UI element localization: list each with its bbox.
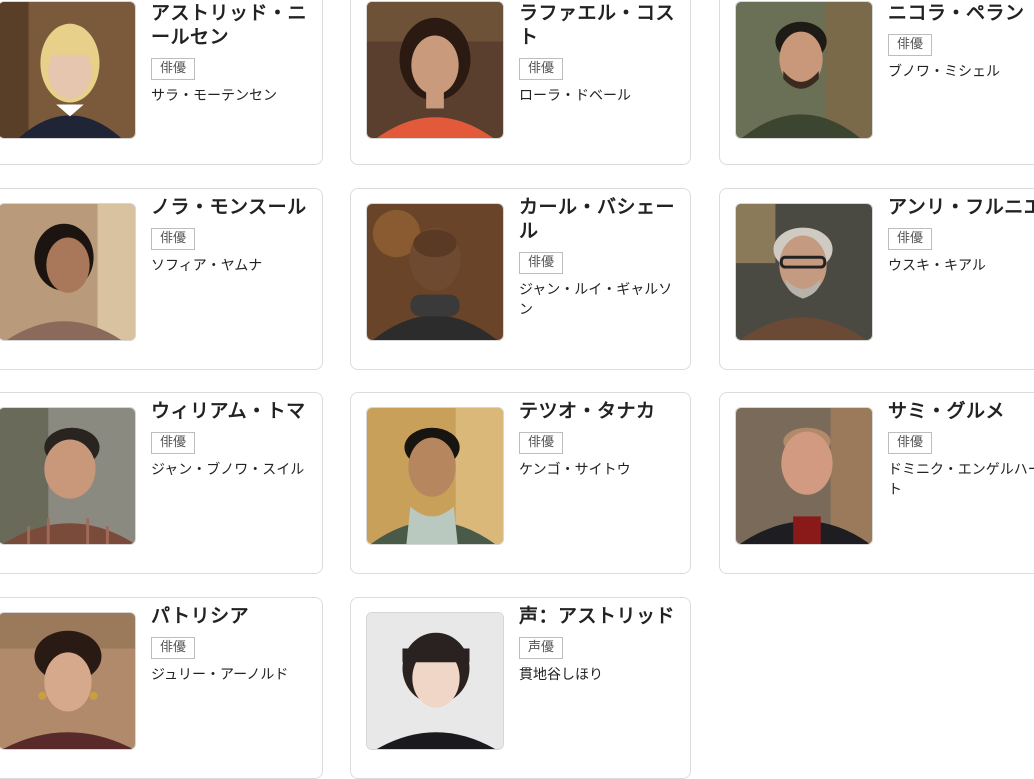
cast-card[interactable]: パトリシア 俳優 ジュリー・アーノルド (0, 597, 323, 779)
role-badge: 俳優 (151, 432, 196, 454)
character-name: アストリッド・ニールセン (151, 2, 308, 48)
character-name: ラファエル・コスト (519, 2, 676, 48)
cast-photo (735, 407, 873, 545)
role-badge: 俳優 (151, 228, 196, 250)
cast-card[interactable]: ノラ・モンスール 俳優 ソフィア・ヤムナ (0, 188, 323, 370)
character-name: パトリシア (151, 605, 250, 627)
cast-photo (0, 407, 136, 545)
actor-name: ジャン・ルイ・ギャルソン (519, 282, 673, 318)
actor-name: ウスキ・キアル (888, 258, 986, 274)
cast-photo (366, 203, 504, 341)
character-name: カール・バシェール (519, 196, 676, 242)
cast-card[interactable]: ラファエル・コスト 俳優 ローラ・ドベール (350, 0, 691, 165)
cast-card[interactable]: ニコラ・ペラン 俳優 ブノワ・ミシェル (719, 0, 1034, 165)
cast-card[interactable]: アストリッド・ニールセン 俳優 サラ・モーテンセン (0, 0, 323, 165)
actor-name: ローラ・ドベール (519, 88, 631, 104)
actor-name: サラ・モーテンセン (151, 88, 277, 104)
role-badge: 俳優 (519, 58, 564, 80)
cast-photo (735, 203, 873, 341)
cast-photo (366, 1, 504, 139)
role-badge: 声優 (519, 637, 564, 659)
actor-name: ジュリー・アーノルド (151, 667, 289, 683)
cast-card[interactable]: 声：アストリッド 声優 貫地谷しほり (350, 597, 691, 779)
character-name: サミ・グルメ (888, 400, 1006, 422)
cast-card[interactable]: カール・バシェール 俳優 ジャン・ルイ・ギャルソン (350, 188, 691, 370)
role-badge: 俳優 (151, 58, 196, 80)
role-badge: 俳優 (888, 34, 933, 56)
character-name: ノラ・モンスール (151, 196, 307, 218)
role-badge: 俳優 (519, 252, 564, 274)
actor-name: ジャン・ブノワ・スイル (151, 462, 305, 478)
cast-card[interactable]: ウィリアム・トマ 俳優 ジャン・ブノワ・スイル (0, 392, 323, 574)
cast-photo (366, 407, 504, 545)
cast-photo (366, 612, 504, 750)
cast-card[interactable]: アンリ・フルニエ 俳優 ウスキ・キアル (719, 188, 1034, 370)
cast-photo (0, 203, 136, 341)
character-name: ニコラ・ペラン (888, 2, 1025, 24)
cast-photo (0, 1, 136, 139)
character-name: アンリ・フルニエ (888, 196, 1034, 218)
role-badge: 俳優 (888, 228, 933, 250)
character-name: ウィリアム・トマ (151, 400, 306, 422)
cast-photo (735, 1, 873, 139)
actor-name: ブノワ・ミシェル (888, 64, 1000, 80)
actor-name: 貫地谷しほり (519, 667, 603, 683)
role-badge: 俳優 (151, 637, 196, 659)
character-name: 声：アストリッド (519, 605, 676, 627)
role-badge: 俳優 (888, 432, 933, 454)
actor-name: ケンゴ・サイトウ (519, 462, 631, 478)
actor-name: ドミニク・エンゲルハート (888, 462, 1034, 498)
role-badge: 俳優 (519, 432, 564, 454)
cast-photo (0, 612, 136, 750)
cast-card[interactable]: サミ・グルメ 俳優 ドミニク・エンゲルハート (719, 392, 1034, 574)
character-name: テツオ・タナカ (519, 400, 656, 422)
cast-card[interactable]: テツオ・タナカ 俳優 ケンゴ・サイトウ (350, 392, 691, 574)
actor-name: ソフィア・ヤムナ (151, 258, 263, 274)
